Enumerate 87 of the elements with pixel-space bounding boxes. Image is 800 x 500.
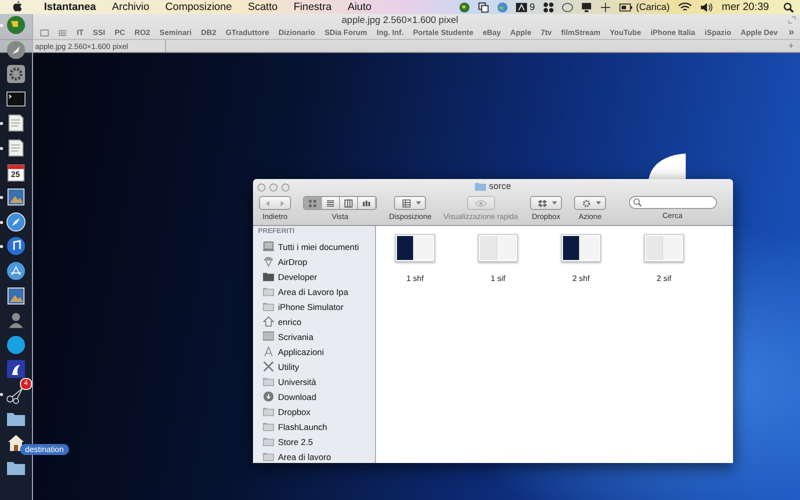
- screenshot-thumbnail[interactable]: [395, 234, 435, 262]
- document-icon[interactable]: [6, 113, 26, 134]
- app-icon[interactable]: [6, 359, 26, 380]
- folder-icon: [263, 286, 274, 297]
- sidebar-item[interactable]: iPhone Simulator: [278, 302, 344, 312]
- search-icon[interactable]: [783, 2, 794, 12]
- folder-icon: [263, 436, 274, 447]
- file-name[interactable]: 1 sif: [490, 274, 506, 283]
- grid-icon[interactable]: [58, 28, 68, 36]
- desktop-icon: [263, 331, 274, 342]
- caret-icon: [416, 201, 422, 205]
- terminal-icon[interactable]: [6, 88, 26, 109]
- tools-icon: [263, 361, 274, 372]
- app-store-icon[interactable]: [6, 260, 26, 281]
- sidebar-item[interactable]: Dropbox: [278, 406, 310, 416]
- view-mode-control[interactable]: [303, 196, 377, 210]
- window-title: sorce: [488, 181, 511, 191]
- sidebar-item[interactable]: Area di lavoro: [278, 452, 332, 462]
- globe-icon[interactable]: [496, 2, 508, 12]
- download-icon: [263, 391, 274, 402]
- menu-item[interactable]: Archivio: [112, 1, 150, 13]
- speaker-icon[interactable]: [700, 2, 714, 12]
- sidebar-item[interactable]: AirDrop: [278, 256, 308, 266]
- globe-icon[interactable]: [458, 2, 470, 12]
- status-count: 9: [530, 2, 535, 12]
- menu-item[interactable]: Istantanea: [44, 1, 96, 13]
- sidebar-item[interactable]: Università: [278, 376, 316, 386]
- windows-icon[interactable]: [478, 2, 489, 12]
- folder-icon: [263, 421, 274, 432]
- more-bookmarks-button[interactable]: »: [788, 27, 794, 38]
- sidebar-item[interactable]: Utility: [278, 362, 300, 372]
- picture-icon[interactable]: [6, 286, 26, 306]
- sidebar-item[interactable]: Download: [278, 392, 316, 402]
- battery-status: (Carica): [636, 2, 670, 12]
- sidebar-item[interactable]: Tutti i miei documenti: [278, 242, 359, 252]
- file-name[interactable]: 2 shf: [572, 274, 590, 283]
- menu-item[interactable]: Aiuto: [348, 1, 372, 13]
- applications-icon: [263, 346, 274, 357]
- circle-icon[interactable]: [562, 2, 573, 12]
- folder-icon: [474, 182, 486, 190]
- screenshot-thumbnail[interactable]: [561, 234, 601, 262]
- sidebar-item[interactable]: enrico: [278, 316, 302, 326]
- compass-icon[interactable]: [6, 212, 26, 232]
- book-icon[interactable]: [40, 28, 49, 36]
- folder-icon: [263, 271, 274, 282]
- window-title: apple.jpg 2.560×1.600 pixel: [342, 14, 458, 26]
- document-icon[interactable]: [6, 138, 26, 158]
- sidebar-item[interactable]: Scrivania: [278, 332, 314, 342]
- arrange-button[interactable]: [394, 196, 426, 210]
- folder-icon: [263, 301, 274, 312]
- menu-item[interactable]: Scatto: [248, 1, 278, 13]
- rocket-icon[interactable]: [6, 40, 26, 60]
- chat-bubble-icon[interactable]: [6, 334, 26, 355]
- apple-menu-icon[interactable]: [12, 1, 23, 13]
- clock[interactable]: mer 20:39: [722, 1, 769, 13]
- search-field[interactable]: [628, 196, 717, 209]
- screenshot-thumbnail[interactable]: [644, 234, 684, 262]
- drive-icon: [263, 241, 274, 252]
- music-note-icon[interactable]: [6, 236, 26, 256]
- picture-icon[interactable]: [6, 187, 26, 208]
- battery-icon[interactable]: [618, 2, 633, 12]
- dropbox-button[interactable]: [530, 196, 562, 210]
- calendar-date: 25: [11, 170, 20, 179]
- display-icon[interactable]: [580, 2, 592, 12]
- file-name[interactable]: 1 shf: [406, 274, 424, 283]
- menu-item[interactable]: Finestra: [294, 1, 332, 13]
- action-button[interactable]: [574, 196, 606, 210]
- sidebar-item[interactable]: Developer: [278, 272, 318, 282]
- file-name[interactable]: 2 sif: [656, 274, 672, 283]
- person-silhouette-icon[interactable]: [6, 310, 26, 330]
- sidebar-item[interactable]: Applicazioni: [278, 346, 324, 356]
- gear-icon[interactable]: [6, 64, 26, 84]
- house-icon: [263, 316, 274, 327]
- menu-item[interactable]: Composizione: [165, 1, 232, 13]
- calendar-icon[interactable]: [6, 162, 26, 183]
- dragged-item-label: destination: [20, 444, 69, 455]
- folder-icon: [263, 406, 274, 417]
- wifi-icon[interactable]: [678, 2, 692, 12]
- folder-icon: [263, 376, 274, 387]
- screenshot-thumbnail[interactable]: [478, 234, 518, 262]
- caret-icon: [552, 201, 558, 205]
- sidebar-item[interactable]: FlashLaunch: [278, 422, 328, 432]
- caret-icon: [596, 201, 602, 205]
- sidebar-item[interactable]: Area di Lavoro Ipa: [278, 286, 348, 296]
- move-arrows-icon[interactable]: [600, 2, 611, 12]
- dots-icon[interactable]: [542, 2, 554, 12]
- sidebar-item[interactable]: Store 2.5: [278, 436, 313, 446]
